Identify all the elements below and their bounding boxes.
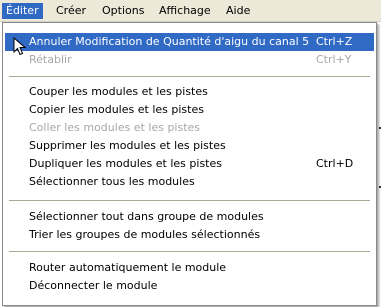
menu-editer[interactable]: Éditer	[2, 3, 43, 19]
menu-options[interactable]: Options	[98, 3, 148, 19]
menu-item-shortcut: Ctrl+D	[316, 157, 354, 170]
menu-item-label: Copier les modules et les pistes	[29, 103, 204, 116]
menu-item-label: Coller les modules et les pistes	[29, 121, 201, 134]
menu-item-shortcut: Ctrl+Y	[316, 53, 352, 66]
menu-item-shortcut: Ctrl+Z	[316, 35, 353, 48]
menu-item-cut[interactable]: Couper les modules et les pistes	[5, 83, 374, 101]
menu-item-label: Déconnecter le module	[29, 279, 158, 292]
menu-separator	[9, 251, 370, 252]
menu-item-select-in-group[interactable]: Sélectionner tout dans groupe de modules	[5, 208, 374, 226]
edit-dropdown-menu: Annuler Modification de Quantité d'aigu …	[2, 22, 377, 306]
menu-item-label: Sélectionner tout dans groupe de modules	[29, 210, 264, 223]
menu-affichage[interactable]: Affichage	[155, 3, 215, 19]
menu-separator	[9, 200, 370, 201]
menu-item-redo[interactable]: Rétablir Ctrl+Y	[5, 51, 374, 69]
menu-item-auto-route[interactable]: Router automatiquement le module	[5, 259, 374, 277]
menu-item-label: Couper les modules et les pistes	[29, 85, 208, 98]
menu-aide[interactable]: Aide	[222, 3, 254, 19]
menu-item-label: Supprimer les modules et les pistes	[29, 139, 226, 152]
menu-item-label: Trier les groupes de modules sélectionné…	[29, 228, 261, 241]
menu-item-disconnect[interactable]: Déconnecter le module	[5, 277, 374, 295]
menu-item-paste[interactable]: Coller les modules et les pistes	[5, 119, 374, 137]
menu-item-label: Router automatiquement le module	[29, 261, 227, 274]
menu-item-undo[interactable]: Annuler Modification de Quantité d'aigu …	[5, 33, 374, 51]
menu-item-select-all[interactable]: Sélectionner tous les modules	[5, 173, 374, 191]
menu-creer[interactable]: Créer	[52, 3, 90, 19]
menu-item-label: Annuler Modification de Quantité d'aigu …	[29, 35, 310, 48]
menu-item-copy[interactable]: Copier les modules et les pistes	[5, 101, 374, 119]
menu-item-sort-groups[interactable]: Trier les groupes de modules sélectionné…	[5, 226, 374, 244]
menu-item-label: Sélectionner tous les modules	[29, 175, 195, 188]
menu-item-duplicate[interactable]: Dupliquer les modules et les pistes Ctrl…	[5, 155, 374, 173]
menu-item-delete[interactable]: Supprimer les modules et les pistes	[5, 137, 374, 155]
menu-item-label: Rétablir	[29, 53, 72, 66]
menu-bar: Éditer Créer Options Affichage Aide	[0, 0, 381, 22]
menu-item-label: Dupliquer les modules et les pistes	[29, 157, 222, 170]
mouse-pointer-icon	[13, 37, 27, 56]
menu-separator	[9, 76, 370, 77]
